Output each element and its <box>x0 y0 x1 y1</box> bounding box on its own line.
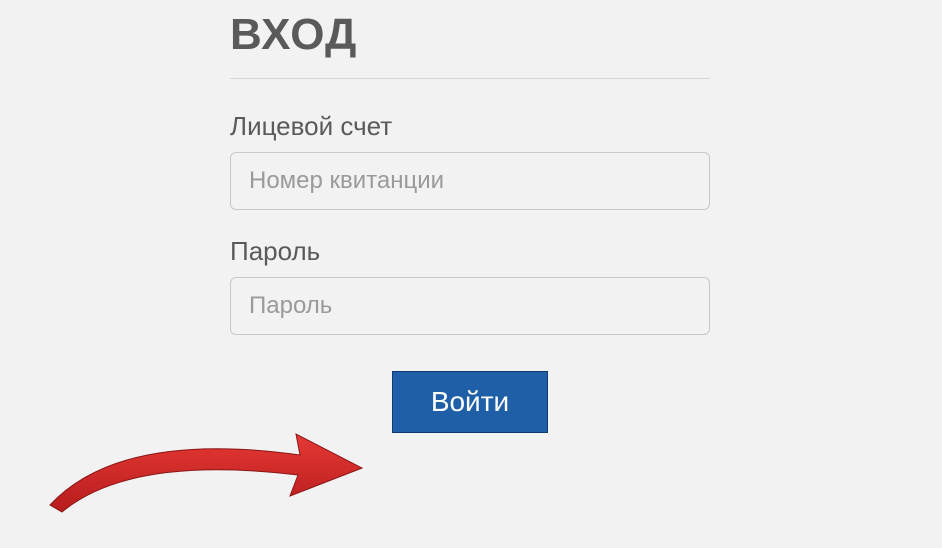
password-label: Пароль <box>230 236 710 267</box>
login-button[interactable]: Войти <box>392 371 548 433</box>
account-field-group: Лицевой счет <box>230 111 710 210</box>
page-title: ВХОД <box>230 10 710 79</box>
password-field-group: Пароль <box>230 236 710 335</box>
password-input[interactable] <box>230 277 710 335</box>
login-form: ВХОД Лицевой счет Пароль Войти <box>230 10 710 433</box>
submit-row: Войти <box>230 371 710 433</box>
account-label: Лицевой счет <box>230 111 710 142</box>
account-input[interactable] <box>230 152 710 210</box>
